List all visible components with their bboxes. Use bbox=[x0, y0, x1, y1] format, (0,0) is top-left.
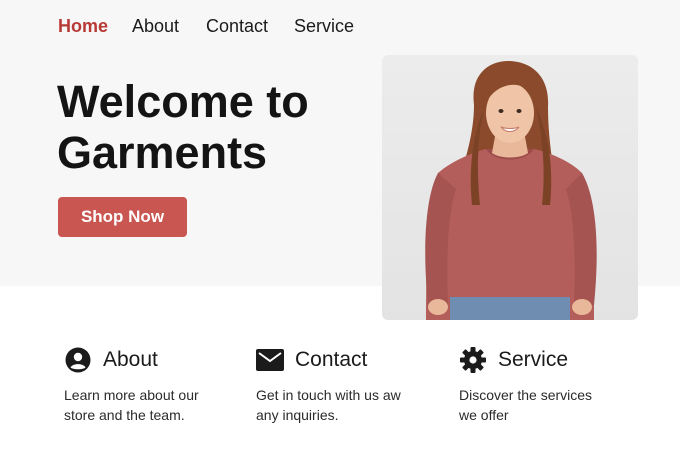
feature-about: About Learn more about our store and the… bbox=[64, 346, 264, 425]
nav-link-contact[interactable]: Contact bbox=[206, 14, 268, 38]
feature-about-desc: Learn more about our store and the team. bbox=[64, 387, 199, 423]
nav-link-about[interactable]: About bbox=[132, 14, 179, 38]
feature-service: Service Discover the services we offer bbox=[459, 346, 659, 425]
feature-service-desc: Discover the services we offer bbox=[459, 387, 593, 423]
envelope-icon bbox=[256, 346, 284, 374]
feature-service-title: Service bbox=[498, 348, 569, 371]
shop-now-button[interactable]: Shop Now bbox=[58, 197, 187, 237]
feature-about-title: About bbox=[103, 348, 158, 371]
nav-link-home[interactable]: Home bbox=[58, 14, 108, 38]
hero-title: Welcome to Garments bbox=[57, 76, 309, 178]
feature-contact-desc: Get in touch with us aw any inquiries. bbox=[256, 387, 401, 423]
nav-link-service[interactable]: Service bbox=[294, 14, 354, 38]
user-circle-icon bbox=[64, 346, 92, 374]
gear-icon bbox=[459, 346, 487, 374]
feature-contact: Contact Get in touch with us aw any inqu… bbox=[256, 346, 456, 425]
model-illustration bbox=[425, 61, 597, 320]
feature-contact-title: Contact bbox=[295, 348, 368, 371]
hero-model-photo bbox=[382, 55, 638, 320]
